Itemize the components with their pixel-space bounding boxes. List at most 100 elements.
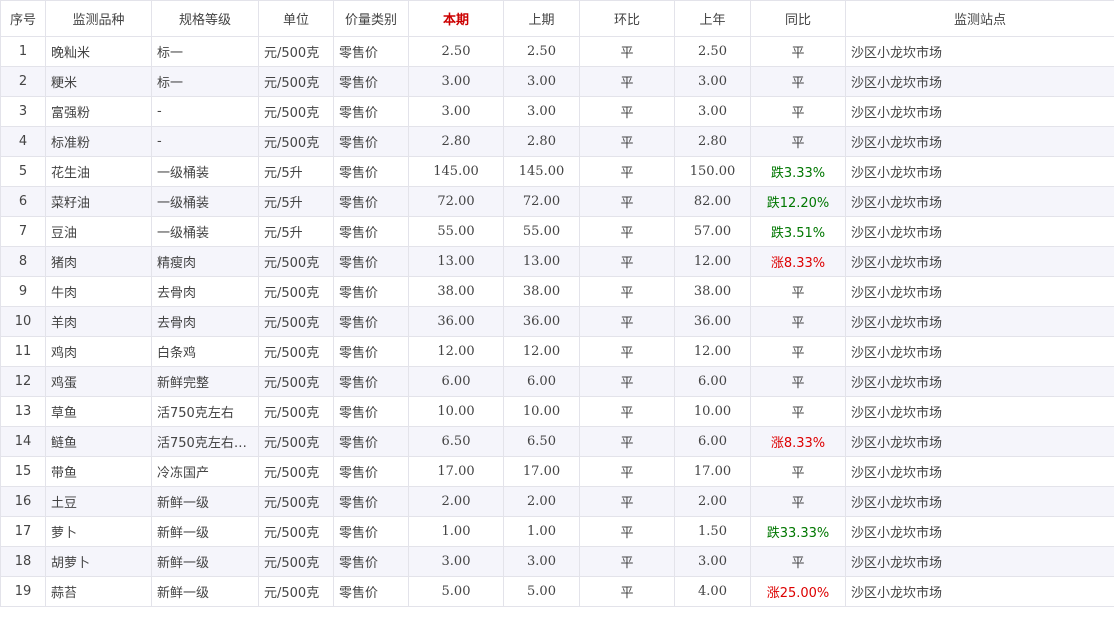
spec-cell: 一级桶装 — [151, 186, 259, 217]
current-price-cell: 5.00 — [408, 576, 504, 607]
header-last-year: 上年 — [674, 0, 751, 37]
price-type-cell: 零售价 — [333, 306, 409, 337]
year-on-year-cell: 平 — [750, 96, 846, 127]
last-year-price-cell: 150.00 — [674, 156, 751, 187]
last-year-price-cell: 12.00 — [674, 336, 751, 367]
monitoring-site-cell: 沙区小龙坎市场 — [845, 36, 1114, 67]
table-row: 19 蒜苔 新鲜一级 元/500克 零售价 5.00 5.00 平 4.00 涨25.00% 沙区小… — [0, 576, 1114, 607]
month-on-month-cell: 平 — [579, 426, 675, 457]
item-name-cell: 牛肉 — [45, 276, 152, 307]
unit-cell: 元/500克 — [258, 66, 334, 97]
header-price-type: 价量类别 — [333, 0, 409, 37]
table-row: 10 羊肉 去骨肉 元/500克 零售价 36.00 36.00 平 36.00 平沙区小龙坎市场 — [0, 306, 1114, 337]
monitoring-site-cell: 沙区小龙坎市场 — [845, 246, 1114, 277]
item-name-cell: 粳米 — [45, 66, 152, 97]
previous-price-cell: 2.00 — [503, 486, 580, 517]
last-year-price-cell: 3.00 — [674, 96, 751, 127]
unit-cell: 元/500克 — [258, 516, 334, 547]
row-index-cell: 13 — [0, 396, 46, 427]
monitoring-site-cell: 沙区小龙坎市场 — [845, 66, 1114, 97]
previous-price-cell: 1.00 — [503, 516, 580, 547]
spec-cell: 新鲜完整 — [151, 366, 259, 397]
row-index-cell: 4 — [0, 126, 46, 157]
current-price-cell: 55.00 — [408, 216, 504, 247]
spec-cell: 新鲜一级 — [151, 576, 259, 607]
last-year-price-cell: 12.00 — [674, 246, 751, 277]
item-name-cell: 标准粉 — [45, 126, 152, 157]
last-year-price-cell: 2.80 — [674, 126, 751, 157]
item-name-cell: 羊肉 — [45, 306, 152, 337]
price-type-cell: 零售价 — [333, 486, 409, 517]
row-index-cell: 17 — [0, 516, 46, 547]
month-on-month-cell: 平 — [579, 576, 675, 607]
header-monitoring-site: 监测站点 — [845, 0, 1114, 37]
month-on-month-cell: 平 — [579, 516, 675, 547]
unit-cell: 元/500克 — [258, 486, 334, 517]
spec-cell: 新鲜一级 — [151, 516, 259, 547]
item-name-cell: 猪肉 — [45, 246, 152, 277]
item-name-cell: 鸡蛋 — [45, 366, 152, 397]
item-name-cell: 鸡肉 — [45, 336, 152, 367]
previous-price-cell: 13.00 — [503, 246, 580, 277]
item-name-cell: 晚籼米 — [45, 36, 152, 67]
month-on-month-cell: 平 — [579, 186, 675, 217]
table-row: 12 鸡蛋 新鲜完整 元/500克 零售价 6.00 6.00 平 6.00 平沙区小龙坎市场 — [0, 366, 1114, 397]
previous-price-cell: 10.00 — [503, 396, 580, 427]
table-row: 6 菜籽油 一级桶装 元/5升 零售价 72.00 72.00 平 82.00 跌12.20% 沙区… — [0, 186, 1114, 217]
monitoring-site-cell: 沙区小龙坎市场 — [845, 576, 1114, 607]
row-index-cell: 2 — [0, 66, 46, 97]
unit-cell: 元/500克 — [258, 576, 334, 607]
last-year-price-cell: 17.00 — [674, 456, 751, 487]
table-row: 18 胡萝卜 新鲜一级 元/500克 零售价 3.00 3.00 平 3.00 平沙区小龙坎市场 — [0, 546, 1114, 577]
monitoring-site-cell: 沙区小龙坎市场 — [845, 276, 1114, 307]
month-on-month-cell: 平 — [579, 456, 675, 487]
price-type-cell: 零售价 — [333, 576, 409, 607]
year-on-year-cell: 平 — [750, 366, 846, 397]
monitoring-site-cell: 沙区小龙坎市场 — [845, 396, 1114, 427]
last-year-price-cell: 3.00 — [674, 66, 751, 97]
unit-cell: 元/500克 — [258, 366, 334, 397]
current-price-cell: 1.00 — [408, 516, 504, 547]
previous-price-cell: 6.00 — [503, 366, 580, 397]
unit-cell: 元/5升 — [258, 186, 334, 217]
year-on-year-cell: 平 — [750, 66, 846, 97]
price-type-cell: 零售价 — [333, 426, 409, 457]
price-type-cell: 零售价 — [333, 156, 409, 187]
unit-cell: 元/5升 — [258, 216, 334, 247]
row-index-cell: 6 — [0, 186, 46, 217]
current-price-cell: 36.00 — [408, 306, 504, 337]
table-row: 3 富强粉 - 元/500克 零售价 3.00 3.00 平 3.00 平沙区小龙坎市场 — [0, 96, 1114, 127]
price-type-cell: 零售价 — [333, 246, 409, 277]
table-row: 4 标准粉 - 元/500克 零售价 2.80 2.80 平 2.80 平沙区小龙坎市场 — [0, 126, 1114, 157]
previous-price-cell: 5.00 — [503, 576, 580, 607]
month-on-month-cell: 平 — [579, 246, 675, 277]
month-on-month-cell: 平 — [579, 486, 675, 517]
spec-cell: 新鲜一级 — [151, 546, 259, 577]
monitoring-site-cell: 沙区小龙坎市场 — [845, 186, 1114, 217]
unit-cell: 元/500克 — [258, 36, 334, 67]
last-year-price-cell: 10.00 — [674, 396, 751, 427]
item-name-cell: 草鱼 — [45, 396, 152, 427]
month-on-month-cell: 平 — [579, 336, 675, 367]
previous-price-cell: 6.50 — [503, 426, 580, 457]
unit-cell: 元/500克 — [258, 276, 334, 307]
table-row: 14 鲢鱼 活750克左右… 元/500克 零售价 6.50 6.50 平 6.00 涨8.33%… — [0, 426, 1114, 457]
price-type-cell: 零售价 — [333, 336, 409, 367]
table-row: 15 带鱼 冷冻国产 元/500克 零售价 17.00 17.00 平 17.00 平沙区小龙坎市… — [0, 456, 1114, 487]
unit-cell: 元/500克 — [258, 396, 334, 427]
item-name-cell: 鲢鱼 — [45, 426, 152, 457]
current-price-cell: 6.00 — [408, 366, 504, 397]
row-index-cell: 15 — [0, 456, 46, 487]
price-type-cell: 零售价 — [333, 186, 409, 217]
header-unit: 单位 — [258, 0, 334, 37]
last-year-price-cell: 38.00 — [674, 276, 751, 307]
previous-price-cell: 2.50 — [503, 36, 580, 67]
month-on-month-cell: 平 — [579, 156, 675, 187]
item-name-cell: 蒜苔 — [45, 576, 152, 607]
monitoring-site-cell: 沙区小龙坎市场 — [845, 96, 1114, 127]
current-price-cell: 12.00 — [408, 336, 504, 367]
year-on-year-cell: 跌3.33% — [750, 156, 846, 187]
spec-cell: - — [151, 126, 259, 157]
table-row: 13 草鱼 活750克左右 元/500克 零售价 10.00 10.00 平 10.00 平沙区小… — [0, 396, 1114, 427]
monitoring-site-cell: 沙区小龙坎市场 — [845, 456, 1114, 487]
